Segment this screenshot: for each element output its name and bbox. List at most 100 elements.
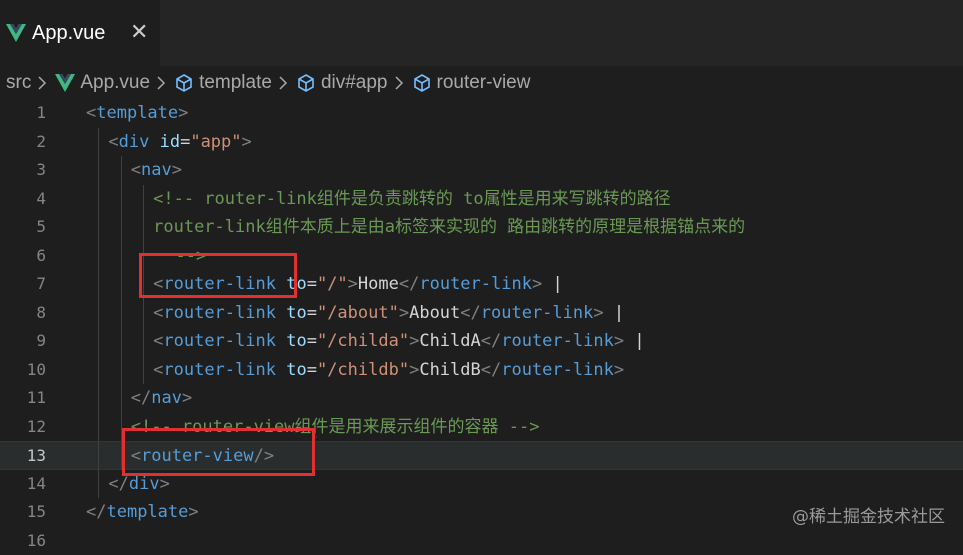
code-line[interactable]: 1 <template> <box>0 99 963 128</box>
breadcrumb-item-router-view[interactable]: router-view <box>412 72 531 94</box>
token-br: < <box>86 103 96 123</box>
code-text: <div id="app"> <box>108 128 251 157</box>
vue-icon <box>6 24 26 42</box>
token-txt <box>276 360 286 380</box>
token-br: > <box>614 331 624 351</box>
breadcrumb-label: router-view <box>437 72 531 94</box>
code-text: </nav> <box>131 384 192 413</box>
breadcrumb-item-src[interactable]: src <box>6 72 31 94</box>
code-line[interactable]: 2 <div id="app"> <box>0 128 963 157</box>
cube-icon <box>412 73 432 93</box>
token-txt: = <box>307 360 317 380</box>
line-number: 13 <box>0 442 46 471</box>
token-tag: div <box>119 132 150 152</box>
code-line[interactable]: 8<router-link to="/about">About</router-… <box>0 299 963 328</box>
token-br: < <box>108 132 118 152</box>
token-attr: to <box>286 360 306 380</box>
breadcrumb-item-app-vue[interactable]: App.vue <box>55 72 150 94</box>
chevron-right-icon <box>156 76 166 90</box>
line-number: 4 <box>0 185 46 214</box>
line-number: 10 <box>0 356 46 385</box>
token-br: > <box>399 303 409 323</box>
token-br: </ <box>460 303 480 323</box>
token-tag: router-link <box>501 360 614 380</box>
token-br: </ <box>86 502 106 522</box>
token-br: > <box>188 502 198 522</box>
chevron-right-icon <box>37 76 47 90</box>
token-txt: | <box>542 274 562 294</box>
cube-icon <box>296 73 316 93</box>
token-br: > <box>532 274 542 294</box>
token-br: </ <box>131 388 151 408</box>
code-editor[interactable]: 1<template>2<div id="app">3<nav>4<!-- ro… <box>0 100 963 545</box>
token-txt: = <box>307 331 317 351</box>
chevron-right-icon <box>394 76 404 90</box>
breadcrumb-label: App.vue <box>80 72 150 94</box>
breadcrumb-label: div#app <box>321 72 388 94</box>
token-str: "/childa" <box>317 331 409 351</box>
line-number: 14 <box>0 470 46 499</box>
token-br: > <box>160 474 170 494</box>
token-br: </ <box>108 474 128 494</box>
line-number: 8 <box>0 299 46 328</box>
token-str: "app" <box>190 132 241 152</box>
token-br: > <box>182 388 192 408</box>
chevron-right-icon <box>278 76 288 90</box>
breadcrumb-item-div-app[interactable]: div#app <box>296 72 388 94</box>
indent-guide <box>121 156 122 470</box>
token-tag: router-link <box>163 360 276 380</box>
token-attr: id <box>160 132 180 152</box>
token-txt: | <box>604 303 624 323</box>
code-line[interactable]: 9<router-link to="/childa">ChildA</route… <box>0 327 963 356</box>
breadcrumb: src App.vue template div#app router-view <box>0 66 963 100</box>
token-br: </ <box>399 274 419 294</box>
token-txt: About <box>409 303 460 323</box>
token-br: < <box>153 303 163 323</box>
tab-app-vue[interactable]: App.vue ✕ <box>0 0 160 66</box>
line-number: 15 <box>0 498 46 527</box>
token-tag: router-link <box>163 331 276 351</box>
token-br: </ <box>481 360 501 380</box>
code-text: router-link组件本质上是由a标签来实现的 路由跳转的原理是根据锚点来的 <box>153 213 745 242</box>
code-text: <template> <box>86 99 188 128</box>
token-br: > <box>614 360 624 380</box>
token-cmt: router-link组件本质上是由a标签来实现的 路由跳转的原理是根据锚点来的 <box>153 217 745 237</box>
token-txt: | <box>624 331 644 351</box>
vue-icon <box>55 74 75 92</box>
token-br: > <box>242 132 252 152</box>
code-line[interactable]: 11 </nav> <box>0 384 963 413</box>
token-txt: Home <box>358 274 399 294</box>
code-line[interactable]: 10<router-link to="/childb">ChildB</rout… <box>0 356 963 385</box>
line-number: 2 <box>0 128 46 157</box>
breadcrumb-label: template <box>199 72 272 94</box>
line-number: 1 <box>0 99 46 128</box>
line-number: 11 <box>0 384 46 413</box>
tab-bar: App.vue ✕ <box>0 0 963 66</box>
highlight-box-router-view <box>122 428 315 476</box>
token-tag: nav <box>141 160 172 180</box>
token-txt: ChildA <box>419 331 480 351</box>
code-line[interactable]: 3<nav> <box>0 156 963 185</box>
code-line[interactable]: 16 <box>0 527 963 555</box>
breadcrumb-item-template[interactable]: template <box>174 72 272 94</box>
code-text: <router-link to="/childb">ChildB</router… <box>153 356 624 385</box>
line-number: 12 <box>0 413 46 442</box>
token-tag: router-link <box>419 274 532 294</box>
close-icon[interactable]: ✕ <box>130 22 148 44</box>
code-line[interactable]: 4<!-- router-link组件是负责跳转的 to属性是用来写跳转的路径 <box>0 185 963 214</box>
token-txt <box>149 132 159 152</box>
line-number: 7 <box>0 270 46 299</box>
token-txt: = <box>307 303 317 323</box>
code-text: </template> <box>86 498 199 527</box>
token-txt <box>276 303 286 323</box>
line-number: 5 <box>0 213 46 242</box>
token-br: < <box>153 360 163 380</box>
token-txt: = <box>180 132 190 152</box>
code-line[interactable]: 5 router-link组件本质上是由a标签来实现的 路由跳转的原理是根据锚点来… <box>0 213 963 242</box>
token-tag: template <box>106 502 188 522</box>
token-tag: router-link <box>501 331 614 351</box>
token-str: "/childb" <box>317 360 409 380</box>
token-br: < <box>153 331 163 351</box>
breadcrumb-label: src <box>6 72 31 94</box>
token-br: </ <box>481 331 501 351</box>
